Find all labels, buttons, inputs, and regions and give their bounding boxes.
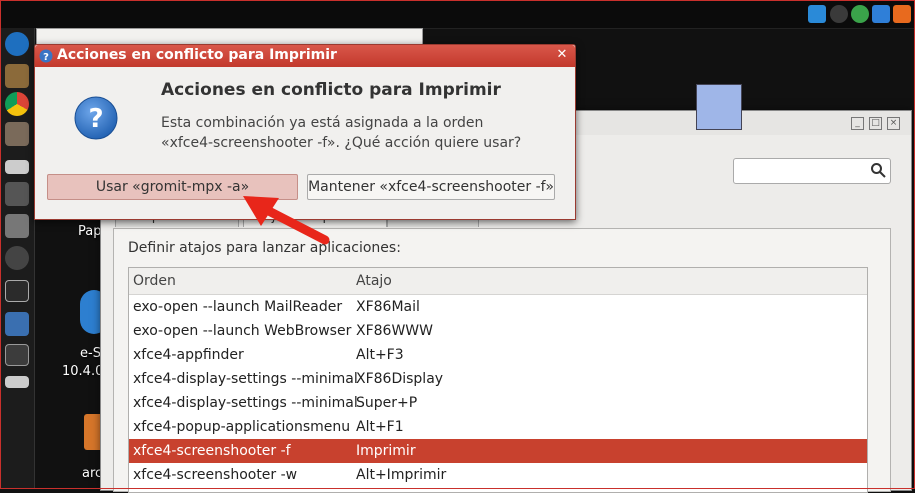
mail-icon[interactable] bbox=[5, 312, 29, 336]
dialog-message-line: Esta combinación ya está asignada a la o… bbox=[161, 115, 484, 131]
amazon-icon[interactable] bbox=[5, 246, 29, 270]
table-row[interactable]: xfce4-display-settings --minimal Super+P bbox=[129, 391, 867, 415]
terminal-icon[interactable] bbox=[5, 280, 29, 302]
column-header-command[interactable]: Orden bbox=[129, 268, 356, 295]
upload-icon[interactable] bbox=[5, 182, 29, 206]
keep-screenshooter-button[interactable]: Mantener «xfce4-screenshooter -f» bbox=[307, 174, 555, 200]
svg-text:?: ? bbox=[43, 52, 49, 63]
book-icon[interactable] bbox=[5, 122, 29, 146]
column-header-shortcut[interactable]: Atajo bbox=[352, 268, 867, 295]
command-cell: exo-open --launch WebBrowser bbox=[133, 323, 352, 339]
command-cell: exo-open --launch MailReader bbox=[133, 299, 343, 315]
dialog-message-line: «xfce4-screenshooter -f». ¿Qué acción qu… bbox=[161, 135, 522, 151]
desktop-icon-label[interactable]: e-S bbox=[80, 346, 101, 361]
app-logo-icon[interactable] bbox=[696, 84, 742, 130]
monitor-icon[interactable] bbox=[5, 344, 29, 366]
dialog-titlebar[interactable]: ? Acciones en conflicto para Imprimir ✕ bbox=[35, 45, 575, 67]
annotation-arrow bbox=[243, 196, 330, 245]
table-row[interactable]: exo-open --launch WebBrowser XF86WWW bbox=[129, 319, 867, 343]
desktop-icon-label[interactable]: Pap bbox=[78, 224, 101, 239]
network-icon[interactable] bbox=[830, 5, 848, 23]
hardware-icon[interactable] bbox=[5, 214, 29, 238]
minimize-button[interactable]: _ bbox=[851, 117, 864, 130]
table-row[interactable]: xfce4-screenshooter -w Alt+Imprimir bbox=[129, 463, 867, 487]
search-icon bbox=[871, 163, 886, 178]
shortcut-table[interactable]: Orden Atajo exo-open --launch MailReader… bbox=[128, 267, 868, 493]
close-button[interactable]: × bbox=[887, 117, 900, 130]
tab-panel: Definir atajos para lanzar aplicaciones:… bbox=[113, 228, 891, 493]
shortcut-cell: XF86Mail bbox=[356, 299, 420, 315]
chrome-icon[interactable] bbox=[5, 92, 29, 116]
command-cell: xfce4-display-settings --minimal bbox=[133, 395, 358, 411]
command-cell: xfce4-popup-applicationsmenu bbox=[133, 419, 351, 435]
question-icon: ? bbox=[74, 96, 118, 140]
shortcut-cell: Alt+Imprimir bbox=[356, 467, 447, 483]
table-row[interactable]: xfce4-display-settings --minimal XF86Dis… bbox=[129, 367, 867, 391]
close-icon[interactable]: ✕ bbox=[555, 48, 569, 62]
dialog-heading: Acciones en conflicto para Imprimir bbox=[161, 80, 501, 100]
table-row[interactable]: xfce4-popup-applicationsmenu Alt+F1 bbox=[129, 415, 867, 439]
dialog-title: Acciones en conflicto para Imprimir bbox=[57, 47, 337, 63]
shortcut-cell: Super+P bbox=[356, 395, 418, 411]
command-cell: xfce4-display-settings --minimal bbox=[133, 371, 358, 387]
globe-icon[interactable] bbox=[851, 5, 869, 23]
desktop-icon-label[interactable]: 10.4.0 bbox=[62, 364, 103, 379]
keyboard-icon[interactable] bbox=[5, 160, 29, 174]
shortcut-cell: XF86Display bbox=[356, 371, 444, 387]
table-row[interactable]: exo-open --launch MailReader XF86Mail bbox=[129, 295, 867, 319]
table-row[interactable]: xfce4-appfinder Alt+F3 bbox=[129, 343, 867, 367]
settings-hub-icon[interactable] bbox=[5, 32, 29, 56]
shortcut-cell: Alt+F1 bbox=[356, 419, 404, 435]
maximize-button[interactable]: □ bbox=[869, 117, 882, 130]
keyboard-icon-2[interactable] bbox=[5, 376, 29, 388]
writer-icon[interactable] bbox=[872, 5, 890, 23]
presentation-icon[interactable] bbox=[893, 5, 911, 23]
shortcut-cell: Imprimir bbox=[356, 443, 416, 459]
shortcut-cell: Alt+F3 bbox=[356, 347, 404, 363]
command-cell: xfce4-appfinder bbox=[133, 347, 244, 363]
dock bbox=[0, 28, 35, 489]
dialog-message: Esta combinación ya está asignada a la o… bbox=[161, 113, 561, 153]
table-row-selected[interactable]: xfce4-screenshooter -f Imprimir bbox=[129, 439, 867, 463]
search-input[interactable] bbox=[733, 158, 891, 184]
question-icon: ? bbox=[39, 49, 53, 63]
command-cell: xfce4-screenshooter -w bbox=[133, 467, 298, 483]
shortcut-cell: XF86WWW bbox=[356, 323, 433, 339]
command-cell: xfce4-screenshooter -f bbox=[133, 443, 291, 459]
pen-tool-icon[interactable] bbox=[808, 5, 826, 23]
top-panel bbox=[0, 0, 915, 29]
gimp-icon[interactable] bbox=[5, 64, 29, 88]
svg-text:?: ? bbox=[88, 104, 103, 134]
